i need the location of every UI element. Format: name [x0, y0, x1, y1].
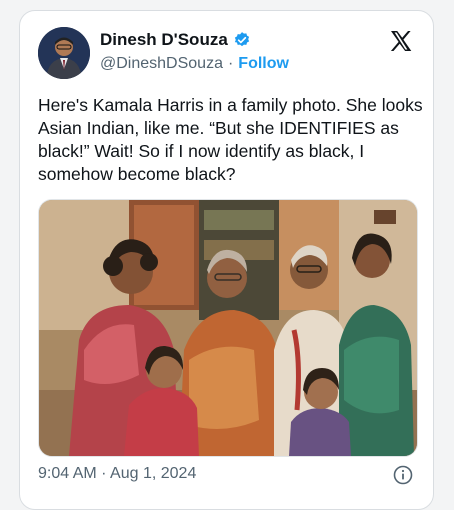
tweet-card: Dinesh D'Souza @DineshDSouza · Follow He…	[19, 10, 434, 510]
author-name[interactable]: Dinesh D'Souza	[100, 30, 228, 50]
tweet-timestamp[interactable]: 9:04 AM · Aug 1, 2024	[38, 465, 196, 483]
author-handle-row: @DineshDSouza · Follow	[100, 55, 289, 73]
tweet-photo[interactable]	[38, 199, 418, 457]
x-logo-icon[interactable]	[389, 29, 413, 53]
verified-badge-icon	[233, 31, 251, 49]
author-handle[interactable]: @DineshDSouza	[100, 55, 223, 73]
meta-separator: ·	[101, 465, 107, 482]
avatar[interactable]	[38, 27, 90, 79]
follow-button[interactable]: Follow	[238, 55, 289, 73]
tweet-date: Aug 1, 2024	[110, 465, 197, 482]
author-name-row: Dinesh D'Souza	[100, 30, 251, 50]
tweet-time: 9:04 AM	[38, 465, 97, 482]
tweet-text: Here's Kamala Harris in a family photo. …	[38, 95, 423, 184]
info-icon[interactable]	[393, 465, 413, 485]
handle-separator: ·	[227, 55, 234, 72]
